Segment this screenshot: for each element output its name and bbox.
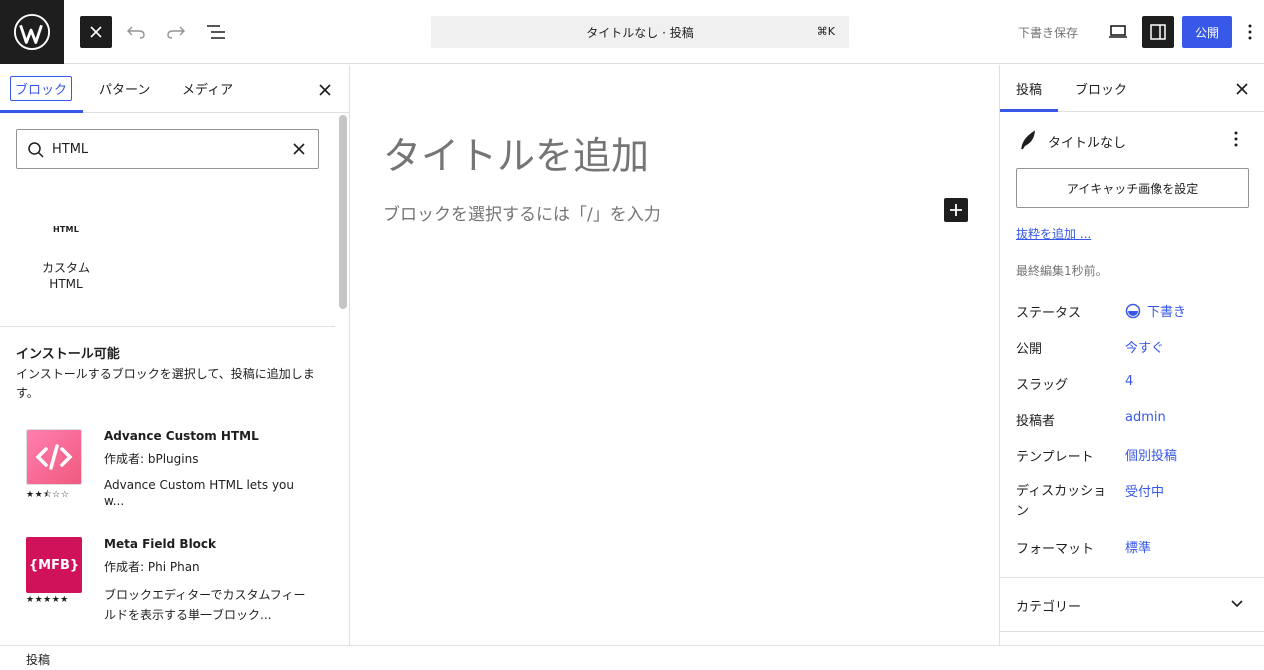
add-block-button[interactable] [944, 198, 968, 222]
divider [1000, 631, 1264, 632]
save-draft-button[interactable]: 下書き保存 [1018, 24, 1078, 41]
undo-button[interactable] [120, 16, 152, 48]
author-label: 投稿者 [1016, 414, 1056, 429]
block-breadcrumb-bar: 投稿 [0, 645, 1264, 670]
plugin-description: Advance Custom HTML lets you w... [104, 478, 295, 508]
editor-header: タイトルなし · 投稿 ⌘K 下書き保存 公開 [0, 0, 1264, 64]
plugin-author: 作成者: Phi Phan [104, 560, 200, 574]
publish-date-label: 公開 [1016, 342, 1043, 357]
tab-blocks[interactable]: ブロック [10, 76, 73, 101]
options-button[interactable] [1240, 16, 1260, 48]
search-icon [28, 142, 44, 158]
active-tab-indicator [0, 110, 83, 113]
close-icon [1236, 83, 1248, 95]
document-title: タイトルなし · 投稿 [586, 26, 694, 40]
add-excerpt-link[interactable]: 抜粋を追加 ... [1016, 225, 1091, 242]
status-value-button[interactable]: 下書き [1125, 301, 1186, 320]
post-summary-title: タイトルなし [1048, 136, 1127, 151]
draft-status-icon [1125, 303, 1141, 318]
mfb-plugin-icon: {MFB} [26, 537, 82, 593]
post-title-input[interactable]: タイトルを追加 [383, 125, 649, 180]
block-item-label: カスタム HTML [41, 261, 90, 291]
categories-panel-toggle[interactable]: カテゴリー [1016, 596, 1081, 615]
template-label: テンプレート [1016, 450, 1094, 465]
more-vertical-icon [1234, 131, 1238, 147]
editor-canvas: タイトルを追加 ブロックを選択するには「/」を入力 [351, 65, 999, 645]
set-featured-image-button[interactable]: アイキャッチ画像を設定 [1016, 168, 1249, 208]
discussion-label: ディスカッション [1016, 484, 1107, 519]
plugin-rating: ★★⯪☆☆ [26, 490, 70, 500]
list-view-icon [207, 25, 225, 39]
slug-value[interactable]: 4 [1125, 374, 1133, 389]
active-tab-indicator [1000, 109, 1058, 112]
plugin-description: ブロックエディターでカスタムフィールドを表示する単一ブロック... [104, 588, 306, 622]
default-block-appender[interactable]: ブロックを選択するには「/」を入力 [383, 200, 661, 225]
close-icon [319, 84, 331, 96]
slug-label: スラッグ [1016, 378, 1069, 393]
publish-button[interactable]: 公開 [1182, 16, 1232, 48]
installable-blocks-description: インストールするブロックを選択して、投稿に追加します。 [16, 367, 315, 400]
tab-patterns[interactable]: パターン [99, 79, 150, 98]
status-label: ステータス [1016, 306, 1082, 321]
last-edited-text: 最終編集1秒前。 [1016, 264, 1108, 278]
shortcut-hint: ⌘K [816, 25, 835, 38]
redo-icon [167, 26, 185, 39]
divider [1000, 577, 1264, 578]
block-search-input[interactable]: HTML [16, 129, 319, 169]
close-inserter-button[interactable] [316, 81, 334, 99]
post-actions-button[interactable] [1234, 131, 1238, 151]
plugin-rating: ★★★★★ [26, 595, 69, 605]
author-value[interactable]: admin [1125, 410, 1166, 425]
close-settings-button[interactable] [1234, 81, 1250, 101]
post-feather-icon [1021, 130, 1035, 150]
divider [0, 326, 335, 327]
plugin-name: Meta Field Block [104, 537, 217, 551]
desktop-icon [1109, 25, 1127, 38]
template-value[interactable]: 個別投稿 [1125, 445, 1177, 464]
tab-post[interactable]: 投稿 [1016, 79, 1042, 98]
settings-tabs: 投稿 ブロック [1000, 65, 1264, 112]
format-label: フォーマット [1016, 542, 1095, 557]
settings-toggle-button[interactable] [1142, 16, 1174, 48]
close-icon [90, 26, 102, 38]
plugin-name: Advance Custom HTML [104, 429, 259, 443]
command-palette-button[interactable]: タイトルなし · 投稿 ⌘K [431, 16, 849, 48]
redo-button[interactable] [160, 16, 192, 48]
discussion-value[interactable]: 受付中 [1125, 481, 1164, 500]
html-block-icon: HTML [52, 225, 79, 234]
close-inserter-button[interactable] [80, 16, 112, 48]
tab-block[interactable]: ブロック [1075, 79, 1127, 98]
inserter-tabs: ブロック パターン メディア [0, 65, 349, 113]
tab-media[interactable]: メディア [182, 79, 233, 98]
clear-search-icon[interactable] [293, 143, 305, 155]
wordpress-icon [13, 13, 51, 51]
custom-html-block-item[interactable]: HTML カスタム HTML [20, 225, 112, 292]
preview-button[interactable] [1102, 16, 1134, 48]
search-value: HTML [52, 142, 89, 157]
sidebar-icon [1150, 24, 1166, 40]
plugin-author: 作成者: bPlugins [104, 452, 199, 466]
wordpress-logo-button[interactable] [0, 0, 64, 64]
code-plugin-icon [26, 429, 82, 485]
installable-blocks-heading: インストール可能 [16, 347, 120, 362]
more-vertical-icon [1248, 24, 1252, 40]
settings-sidebar: 投稿 ブロック タイトルなし アイキャッチ画像を設定 抜粋を追加 ... 最終編… [999, 65, 1264, 645]
plus-icon [950, 204, 962, 216]
block-inserter-panel: ブロック パターン メディア HTML HTML カスタム HTML インストー… [0, 65, 350, 645]
publish-date-value[interactable]: 今すぐ [1125, 337, 1164, 356]
chevron-down-icon [1231, 600, 1243, 608]
document-overview-button[interactable] [200, 16, 232, 48]
format-value[interactable]: 標準 [1125, 537, 1151, 556]
scrollbar[interactable] [339, 115, 347, 309]
breadcrumb-post[interactable]: 投稿 [26, 651, 50, 668]
undo-icon [127, 26, 145, 39]
